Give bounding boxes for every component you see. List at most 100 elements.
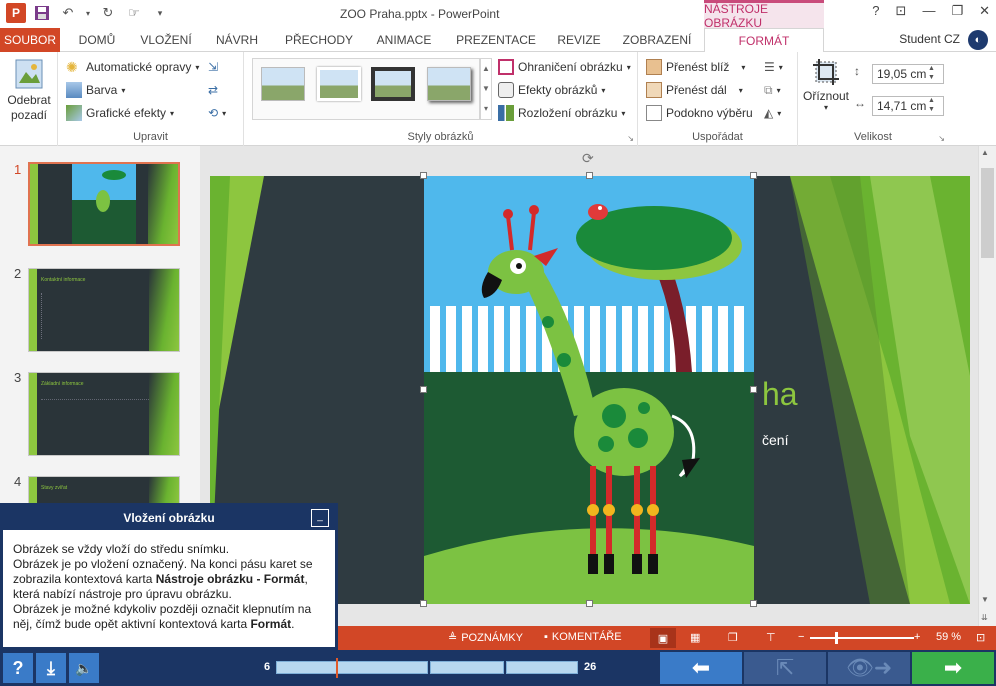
touch-mode-icon[interactable]: ☞ (124, 3, 144, 23)
ribbon-display-icon[interactable]: ⊡ (896, 3, 907, 19)
picture-border-button[interactable]: Ohraničení obrázku ▾ (498, 57, 631, 77)
tab-animations[interactable]: ANIMACE (366, 28, 442, 52)
slide-sorter-button[interactable]: ▦ (690, 631, 700, 644)
rotate-button[interactable]: ◭ ▾ (764, 103, 781, 123)
reading-view-button[interactable]: ❐ (728, 631, 738, 644)
speaker-icon: 🔈 (75, 659, 93, 676)
next-button[interactable]: ➡ (912, 652, 994, 684)
help-icon[interactable]: ? (872, 3, 879, 19)
scroll-up-icon[interactable]: ▲ (981, 148, 989, 157)
height-spinner[interactable]: ▲ ▼ (928, 64, 935, 82)
zoom-out-button[interactable]: − (798, 631, 804, 643)
tab-view[interactable]: ZOBRAZENÍ (614, 28, 700, 52)
resize-handle[interactable] (586, 172, 593, 179)
resize-handle[interactable] (750, 600, 757, 607)
send-backward-button[interactable]: Přenést dál ▾ (646, 80, 743, 100)
help-panel: Vložení obrázku _ Obrázek se vždy vloží … (0, 503, 338, 650)
progress-marker (336, 658, 338, 678)
tab-insert[interactable]: VLOŽENÍ (130, 28, 202, 52)
show-hint-button[interactable]: 👁➜ (828, 652, 910, 684)
comments-button[interactable]: ▪ KOMENTÁŘE (544, 631, 622, 643)
slide-thumbnail-4[interactable]: Stavy zvířat (28, 476, 180, 506)
compress-pictures-button[interactable]: ⇲ (208, 57, 218, 77)
tab-review[interactable]: REVIZE (548, 28, 610, 52)
group-label-adjust: Upravit (133, 131, 168, 143)
user-name[interactable]: Student CZ (899, 32, 960, 46)
notes-button[interactable]: ≜ POZNÁMKY (448, 631, 523, 645)
normal-view-button[interactable]: ▣ (650, 628, 676, 648)
rotate-handle-icon[interactable]: ⟳ (582, 150, 594, 167)
change-picture-button[interactable]: ⇄ (208, 80, 218, 100)
resize-handle[interactable] (420, 172, 427, 179)
scroll-down-icon[interactable]: ▼ (981, 595, 989, 604)
reset-picture-button[interactable]: ⟲ ▾ (208, 103, 226, 123)
fit-to-window-icon[interactable]: ⊡ (976, 631, 985, 644)
resize-handle[interactable] (420, 600, 427, 607)
resize-handle[interactable] (750, 172, 757, 179)
customize-qat-icon[interactable]: ▾ (150, 3, 170, 23)
resize-handle[interactable] (420, 386, 427, 393)
size-dialog-launcher-icon[interactable]: ↘ (938, 134, 945, 143)
undo-dropdown-icon[interactable]: ▾ (84, 3, 92, 23)
zoom-slider[interactable] (810, 637, 914, 639)
zoom-slider-thumb[interactable] (835, 632, 838, 644)
color-button[interactable]: Barva ▾ (66, 80, 125, 100)
vertical-scrollbar[interactable]: ▲ ▼ ⇊ (978, 146, 996, 626)
slide-thumbnail-2[interactable]: Kontaktní informace (28, 268, 180, 352)
help-minimize-button[interactable]: _ (311, 509, 329, 527)
gallery-scroll[interactable]: ▲ ▼ ▾ (480, 58, 492, 120)
group-objects-button[interactable]: ⧉ ▾ (764, 80, 781, 100)
remove-background-button[interactable]: Odebrat pozadí (4, 58, 54, 123)
reading-view-icon: ❐ (728, 632, 738, 644)
zoom-in-button[interactable]: + (914, 631, 920, 643)
tab-file[interactable]: SOUBOR (0, 28, 60, 52)
styles-dialog-launcher-icon[interactable]: ↘ (627, 134, 634, 143)
restore-icon[interactable]: ❐ (951, 3, 963, 19)
artistic-effects-button[interactable]: Grafické efekty ▾ (66, 103, 174, 123)
previous-button[interactable]: ⬅ (660, 652, 742, 684)
picture-layout-button[interactable]: Rozložení obrázku ▾ (498, 103, 625, 123)
crop-dropdown-icon[interactable]: ▾ (802, 103, 850, 112)
pointer-button[interactable]: ⇱ (744, 652, 826, 684)
resize-handle[interactable] (586, 600, 593, 607)
selection-pane-button[interactable]: Podokno výběru (646, 103, 753, 123)
sun-icon: ✺ (66, 59, 78, 75)
tab-design[interactable]: NÁVRH (206, 28, 268, 52)
tutorial-nav-bar: ? ⤓ 🔈 6 26 ⬅ ⇱ 👁➜ ➡ (0, 650, 996, 686)
slide-thumbnail-3[interactable]: Základní informace (28, 372, 180, 456)
thumb-body (41, 293, 101, 339)
style-thumb-3[interactable] (371, 67, 415, 101)
audio-button[interactable]: 🔈 (69, 653, 99, 683)
style-thumb-4[interactable] (427, 67, 471, 101)
slideshow-button[interactable]: ⊤ (766, 631, 776, 644)
scroll-thumb[interactable] (981, 168, 994, 258)
redo-icon[interactable]: ↻ (98, 3, 118, 23)
undo-icon[interactable]: ↶ (58, 3, 78, 23)
bring-forward-button[interactable]: Přenést blíž ▾ (646, 57, 745, 77)
align-button[interactable]: ☰ ▾ (764, 57, 783, 77)
next-slide-icon[interactable]: ⇊ (981, 613, 988, 622)
minimize-icon[interactable]: — (922, 3, 935, 19)
zoom-level[interactable]: 59 % (936, 631, 961, 643)
close-icon[interactable]: ✕ (979, 3, 990, 19)
effects-icon (498, 82, 514, 98)
tab-slideshow[interactable]: PREZENTACE (450, 28, 542, 52)
tab-format[interactable]: FORMÁT (704, 28, 824, 53)
style-thumb-1[interactable] (261, 67, 305, 101)
tab-home[interactable]: DOMŮ (66, 28, 128, 52)
style-thumb-2[interactable] (317, 67, 361, 101)
selected-picture[interactable]: ⟳ (420, 150, 757, 607)
crop-button[interactable]: Oříznout ▾ (802, 58, 850, 112)
save-icon[interactable] (32, 3, 52, 23)
slide-subtitle-partial: čení (762, 432, 789, 448)
download-button[interactable]: ⤓ (36, 653, 66, 683)
picture-styles-gallery[interactable] (252, 58, 480, 120)
width-spinner[interactable]: ▲ ▼ (928, 96, 935, 114)
auto-corrections-button[interactable]: ✺ Automatické opravy ▾ (66, 57, 199, 77)
tab-transitions[interactable]: PŘECHODY (276, 28, 362, 52)
resize-handle[interactable] (750, 386, 757, 393)
slide-thumbnail-1[interactable] (28, 162, 180, 246)
picture-effects-button[interactable]: Efekty obrázků ▾ (498, 80, 605, 100)
user-avatar-icon[interactable]: ◐ (968, 30, 988, 50)
help-button[interactable]: ? (3, 653, 33, 683)
